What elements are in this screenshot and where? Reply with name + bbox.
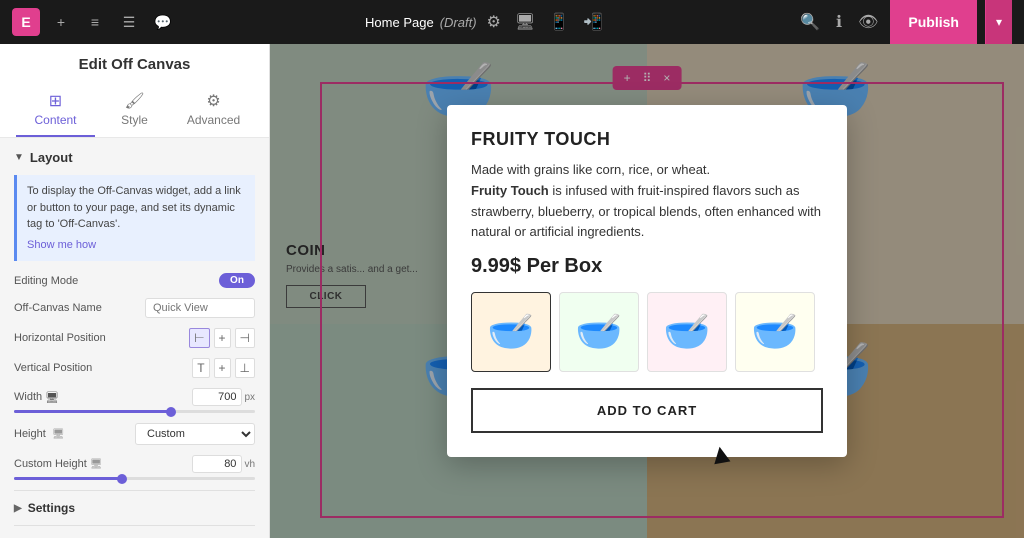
height-label: Height 🖥 — [14, 428, 135, 440]
vertical-position-row: Vertical Position T + ⊥ — [14, 358, 255, 378]
bowl-emoji-4: 🥣 — [751, 310, 798, 354]
modal-image-1[interactable]: 🥣 — [471, 292, 551, 372]
settings-icon[interactable]: ⚙ — [483, 8, 505, 36]
sidebar: Edit Off Canvas ⊞ Content 🖌 Style ⚙ Adva… — [0, 44, 270, 538]
modal: FRUITY TOUCH Made with grains like corn,… — [447, 105, 847, 457]
settings-section[interactable]: ▶ Settings — [14, 490, 255, 525]
preview-icon[interactable]: 👁 — [854, 8, 882, 36]
elementor-logo[interactable]: E — [12, 8, 40, 36]
editing-mode-toggle[interactable]: On — [219, 273, 255, 288]
mobile-icon[interactable]: 📲 — [579, 8, 607, 36]
off-canvas-name-input[interactable] — [145, 298, 255, 318]
page-name: Home Page — [365, 15, 434, 30]
info-text: To display the Off-Canvas widget, add a … — [27, 185, 241, 230]
settings-label: Settings — [28, 501, 75, 515]
tab-advanced[interactable]: ⚙ Advanced — [174, 83, 253, 137]
modal-description: Made with grains like corn, rice, or whe… — [471, 160, 823, 243]
sidebar-header: Edit Off Canvas ⊞ Content 🖌 Style ⚙ Adva… — [0, 44, 269, 138]
custom-height-unit: vh — [244, 459, 255, 470]
layout-section-label: Layout — [30, 150, 73, 165]
v-pos-middle-button[interactable]: + — [214, 358, 231, 378]
publish-button[interactable]: Publish — [890, 0, 977, 44]
editing-mode-row: Editing Mode On — [14, 273, 255, 288]
top-bar-right: 🔍 ℹ 👁 Publish ▾ — [796, 0, 1012, 44]
width-slider[interactable] — [14, 410, 255, 413]
modal-image-2[interactable]: 🥣 — [559, 292, 639, 372]
off-canvas-name-row: Off-Canvas Name — [14, 298, 255, 318]
layout-section-header[interactable]: ▼ Layout — [14, 150, 255, 165]
modal-image-4[interactable]: 🥣 — [735, 292, 815, 372]
tab-content[interactable]: ⊞ Content — [16, 83, 95, 137]
publish-dropdown-button[interactable]: ▾ — [985, 0, 1012, 44]
top-bar-left: E + ≡ ☰ 💬 — [12, 8, 176, 36]
modal-desc-bold: Fruity Touch — [471, 183, 549, 198]
comments-icon[interactable]: 💬 — [150, 9, 176, 35]
bowl-emoji-2: 🥣 — [575, 310, 622, 354]
cursor-arrow: ▲ — [705, 436, 738, 472]
show-me-link[interactable]: Show me how — [27, 237, 245, 254]
add-to-cart-button[interactable]: ADD TO CART — [471, 388, 823, 433]
modal-title: FRUITY TOUCH — [471, 129, 823, 150]
height-row: Height 🖥 Custom Auto Full — [14, 423, 255, 445]
tab-style[interactable]: 🖌 Style — [95, 83, 174, 137]
vertical-position-label: Vertical Position — [14, 362, 192, 374]
horizontal-position-label: Horizontal Position — [14, 332, 189, 344]
bowl-emoji-1: 🥣 — [487, 310, 534, 354]
help-icon[interactable]: ℹ — [832, 8, 846, 36]
advanced-tab-icon: ⚙ — [178, 91, 249, 111]
h-pos-center-button[interactable]: + — [214, 328, 231, 348]
custom-height-value-input[interactable] — [192, 455, 242, 473]
horizontal-position-row: Horizontal Position ⊢ + ⊣ — [14, 328, 255, 348]
vertical-position-icons: T + ⊥ — [192, 358, 255, 378]
sidebar-body: ▼ Layout To display the Off-Canvas widge… — [0, 138, 269, 538]
top-bar: E + ≡ ☰ 💬 Home Page (Draft) ⚙ 🖥 📱 📲 🔍 ℹ … — [0, 0, 1024, 44]
info-box: To display the Off-Canvas widget, add a … — [14, 175, 255, 261]
content-tab-icon: ⊞ — [20, 91, 91, 111]
bowl-emoji-3: 🥣 — [663, 310, 710, 354]
canvas: 🥣 COIN Provides a satis... and a get... … — [270, 44, 1024, 538]
editing-mode-label: Editing Mode — [14, 275, 219, 287]
modal-price: 9.99$ Per Box — [471, 255, 823, 278]
search-icon[interactable]: 🔍 — [796, 8, 824, 36]
add-icon[interactable]: + — [48, 9, 74, 35]
width-value-input[interactable] — [192, 388, 242, 406]
settings-arrow-icon: ▶ — [14, 503, 22, 514]
h-pos-right-button[interactable]: ⊣ — [235, 328, 255, 348]
custom-height-label: Custom Height 🖥 — [14, 458, 102, 470]
custom-height-icon: 🖥 — [90, 459, 103, 470]
tablet-icon[interactable]: 📱 — [545, 8, 573, 36]
modal-images: 🥣 🥣 🥣 🥣 — [471, 292, 823, 372]
custom-height-slider[interactable] — [14, 477, 255, 480]
width-label: Width 🖥 — [14, 391, 59, 404]
sidebar-tabs: ⊞ Content 🖌 Style ⚙ Advanced — [16, 83, 253, 137]
layers-icon[interactable]: ☰ — [116, 9, 142, 35]
horizontal-position-icons: ⊢ + ⊣ — [189, 328, 255, 348]
history-icon[interactable]: ≡ — [82, 9, 108, 35]
h-pos-left-button[interactable]: ⊢ — [189, 328, 209, 348]
style-tab-icon: 🖌 — [99, 91, 170, 111]
desktop-icon[interactable]: 🖥 — [511, 8, 539, 36]
sidebar-title: Edit Off Canvas — [16, 56, 253, 73]
modal-desc-plain: Made with grains like corn, rice, or whe… — [471, 162, 710, 177]
custom-height-row: Custom Height 🖥 vh — [14, 455, 255, 480]
height-select[interactable]: Custom Auto Full — [135, 423, 255, 445]
width-icon: 🖥 — [45, 391, 59, 404]
v-pos-bottom-button[interactable]: ⊥ — [235, 358, 255, 378]
modal-image-3[interactable]: 🥣 — [647, 292, 727, 372]
main-layout: Edit Off Canvas ⊞ Content 🖌 Style ⚙ Adva… — [0, 44, 1024, 538]
width-row: Width 🖥 px — [14, 388, 255, 413]
page-status: (Draft) — [440, 15, 477, 30]
width-unit: px — [244, 392, 255, 403]
layout-arrow-icon: ▼ — [14, 152, 24, 163]
modal-overlay: FRUITY TOUCH Made with grains like corn,… — [270, 44, 1024, 538]
v-pos-top-button[interactable]: T — [192, 358, 209, 378]
off-canvas-name-label: Off-Canvas Name — [14, 302, 145, 314]
transform-section[interactable]: ▶ Transform — [14, 525, 255, 538]
height-icon: 🖥 — [52, 429, 65, 440]
top-bar-center: Home Page (Draft) ⚙ 🖥 📱 📲 — [365, 8, 607, 36]
